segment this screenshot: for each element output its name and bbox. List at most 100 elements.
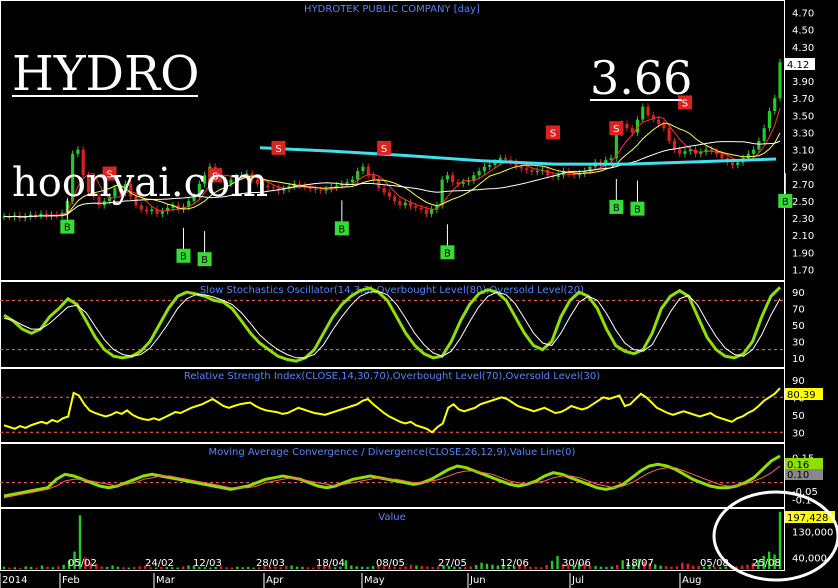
volume-bar <box>599 566 603 569</box>
y-tick-label: 2.70 <box>792 180 814 191</box>
volume-bar <box>230 567 234 569</box>
rsi-line-1 <box>3 387 781 434</box>
x-axis-ticks: 05/02 24/02 12/03 28/03 18/04 08/05 27/05 12/06… <box>0 558 781 588</box>
volume-bar <box>496 565 500 569</box>
volume-bar <box>111 565 114 569</box>
overlay-website: hoonyai.com <box>12 160 268 206</box>
buy-signal-label: B <box>444 248 451 259</box>
candle-body <box>414 206 418 208</box>
candle-body <box>345 182 349 184</box>
candle-body <box>482 166 486 171</box>
candle-body <box>403 202 407 206</box>
candle-body <box>356 170 360 180</box>
price-panel <box>0 0 785 281</box>
buy-signal-label: B <box>782 197 789 208</box>
y-tick-label: 2.90 <box>792 163 814 174</box>
candle-body <box>313 188 318 190</box>
buy-signal-label: B <box>64 223 71 234</box>
rsi-last-value: 80.39 <box>787 390 816 401</box>
volume-bar <box>616 564 619 569</box>
buy-signal-label: B <box>338 224 345 235</box>
candle-body <box>662 123 666 129</box>
volume-bar <box>105 566 109 569</box>
candle-body <box>736 162 740 165</box>
x-tick-period-label: Feb <box>62 575 80 586</box>
volume-bar <box>485 563 489 569</box>
volume-bar <box>686 563 689 569</box>
macd-line-2 <box>3 465 781 499</box>
buy-signal-label: B <box>201 255 208 266</box>
volume-bar <box>431 566 434 569</box>
sell-signal-label: S <box>381 144 387 155</box>
candle-body <box>430 209 434 214</box>
y-tick-label: 30 <box>792 428 805 439</box>
candle-body <box>672 141 676 150</box>
candle-body <box>757 141 761 150</box>
candle-body <box>762 128 766 141</box>
candle-body <box>393 196 397 201</box>
y-tick-label: 70 <box>792 305 805 316</box>
x-tick-period-label: May <box>364 575 385 586</box>
volume-bar <box>366 566 369 569</box>
candle-body <box>424 209 428 214</box>
candle-body <box>778 62 782 99</box>
volume-bar <box>740 565 744 569</box>
volume-bar <box>659 565 662 569</box>
y-axis-ticks: 4.704.504.304.103.903.703.503.303.102.90… <box>792 9 833 565</box>
volume-bar <box>621 560 624 569</box>
rsi-series <box>3 387 781 434</box>
candle-body <box>609 158 613 160</box>
y-tick-label: 50 <box>792 411 805 422</box>
y-tick-label: 40,000 <box>792 553 827 564</box>
volume-bar <box>8 567 11 569</box>
volume-bar <box>691 565 695 569</box>
candle-body <box>720 153 724 159</box>
y-tick-label: 4.30 <box>792 43 814 54</box>
buy-signal-label: B <box>613 203 620 214</box>
volume-bar <box>301 566 304 569</box>
x-tick-period-label: Jun <box>469 575 486 586</box>
x-tick-period-label: Jul <box>571 575 584 586</box>
macd-series <box>3 454 781 499</box>
volume-bar <box>350 565 353 569</box>
x-tick-label: 25/08 <box>752 558 781 569</box>
candle-body <box>641 106 645 120</box>
candle-body <box>773 98 777 112</box>
y-tick-label: 50 <box>792 321 805 332</box>
candle-body <box>667 128 671 141</box>
candle-body <box>160 211 164 214</box>
x-tick-period-label: Mar <box>156 575 176 586</box>
volume-bar <box>24 566 27 569</box>
volume-bar <box>246 566 250 569</box>
y-tick-label: 4.50 <box>792 26 814 37</box>
volume-bar <box>40 565 44 569</box>
volume-bar <box>241 567 244 569</box>
candle-body <box>767 111 772 129</box>
candle-body <box>477 170 481 176</box>
candle-body <box>76 149 80 154</box>
volume-bar <box>670 566 673 569</box>
x-tick-period-label: Apr <box>266 575 284 586</box>
macd-line-1 <box>3 454 781 498</box>
volume-bar <box>474 564 478 569</box>
volume-bar <box>594 566 597 569</box>
volume-bar <box>312 567 315 569</box>
x-tick-label: 30/06 <box>562 558 591 569</box>
volume-bar <box>675 566 679 569</box>
y-tick-label: 130,000 <box>792 527 833 538</box>
price-last-value: 4.12 <box>787 60 809 71</box>
candle-body <box>630 128 634 133</box>
volume-bar <box>409 564 413 569</box>
volume-bar <box>426 566 429 569</box>
x-tick-period-label: Aug <box>682 575 702 586</box>
candle-body <box>366 166 370 176</box>
volume-bar <box>306 567 310 569</box>
candle-body <box>519 166 523 169</box>
y-tick-label: 90 <box>792 288 805 299</box>
volume-bar <box>540 567 543 569</box>
sell-signal-label: S <box>550 128 556 139</box>
volume-bar <box>133 566 136 569</box>
candle-body <box>398 200 402 206</box>
y-tick-label: 3.10 <box>792 146 814 157</box>
sell-signal-label: S <box>275 144 281 155</box>
